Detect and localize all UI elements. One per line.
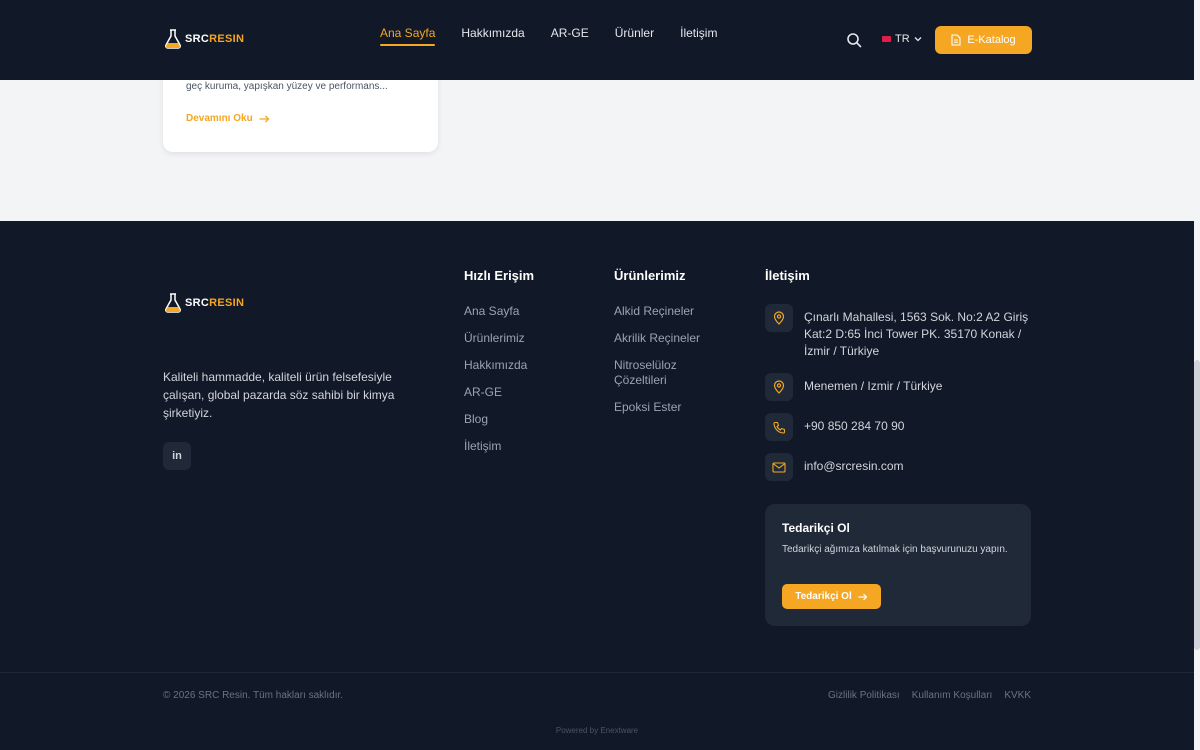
footer-link-ar-ge[interactable]: AR-GE — [464, 385, 527, 400]
contact-email-text: info@srcresin.com — [804, 459, 904, 473]
logo-text-src: SRC — [185, 33, 210, 45]
footer-divider — [0, 672, 1194, 673]
linkedin-button[interactable]: in — [163, 442, 191, 470]
logo-text-resin: RESIN — [209, 33, 245, 45]
kvkk-link[interactable]: KVKK — [1004, 690, 1031, 701]
products-list: Alkid Reçineler Akrilik Reçineler Nitros… — [614, 304, 724, 415]
footer-logo[interactable]: SRCRESIN — [163, 292, 244, 314]
language-label: TR — [895, 33, 910, 45]
blog-section: geç kuruma, yapışkan yüzey ve performans… — [0, 60, 1194, 221]
search-icon[interactable] — [846, 32, 862, 48]
footer-link-blog[interactable]: Blog — [464, 412, 527, 427]
contact-address-2-text: Menemen / Izmir / Türkiye — [804, 379, 943, 393]
contact-title: İletişim — [765, 268, 810, 283]
scrollbar-thumb[interactable] — [1194, 360, 1200, 650]
document-icon — [951, 34, 961, 46]
mail-icon — [765, 453, 793, 481]
footer-link-epoksi[interactable]: Epoksi Ester — [614, 400, 724, 415]
contact-address: Çınarlı Mahallesi, 1563 Sok. No:2 A2 Gir… — [765, 304, 1029, 360]
flask-logo-icon — [164, 29, 182, 49]
arrow-right-icon — [259, 115, 270, 122]
contact-phone[interactable]: +90 850 284 70 90 — [765, 413, 1029, 441]
nav-item-urunler[interactable]: Ürünler — [615, 26, 654, 46]
logo-text: SRCRESIN — [185, 33, 244, 45]
footer-link-hakkimizda[interactable]: Hakkımızda — [464, 358, 527, 373]
map-pin-icon — [765, 304, 793, 332]
header-logo[interactable]: SRCRESIN — [163, 28, 244, 50]
supplier-button[interactable]: Tedarikçi Ol — [782, 584, 881, 609]
phone-icon — [765, 413, 793, 441]
quick-access-list: Ana Sayfa Ürünlerimiz Hakkımızda AR-GE B… — [464, 304, 527, 454]
quick-access-title: Hızlı Erişim — [464, 268, 535, 283]
contact-address-2: Menemen / Izmir / Türkiye — [765, 373, 1029, 401]
footer-link-nitroseluloz[interactable]: Nitroselüloz Çözeltileri — [614, 358, 724, 388]
contact-phone-text: +90 850 284 70 90 — [804, 419, 905, 433]
footer-link-ana-sayfa[interactable]: Ana Sayfa — [464, 304, 527, 319]
nav-item-ana-sayfa[interactable]: Ana Sayfa — [380, 26, 436, 46]
nav-item-ar-ge[interactable]: AR-GE — [551, 26, 589, 46]
blog-excerpt: geç kuruma, yapışkan yüzey ve performans… — [186, 81, 388, 92]
read-more-label: Devamını Oku — [186, 113, 253, 124]
map-pin-icon — [765, 373, 793, 401]
contact-email[interactable]: info@srcresin.com — [765, 453, 1029, 481]
footer-link-akrilik[interactable]: Akrilik Reçineler — [614, 331, 724, 346]
site-header: SRCRESIN Ana Sayfa Hakkımızda AR-GE Ürün… — [0, 0, 1194, 80]
scrollbar[interactable] — [1194, 0, 1200, 750]
footer-link-urunlerimiz[interactable]: Ürünlerimiz — [464, 331, 527, 346]
terms-of-use-link[interactable]: Kullanım Koşulları — [912, 690, 993, 701]
nav-item-hakkimizda[interactable]: Hakkımızda — [461, 26, 524, 46]
linkedin-icon: in — [172, 450, 182, 462]
language-selector[interactable]: TR — [882, 33, 922, 45]
e-katalog-label: E-Katalog — [967, 34, 1016, 46]
read-more-link[interactable]: Devamını Oku — [186, 113, 270, 124]
chevron-down-icon — [914, 37, 922, 42]
supplier-cta: Tedarikçi Ol Tedarikçi ağımıza katılmak … — [765, 504, 1031, 626]
logo-text-resin: RESIN — [209, 297, 245, 309]
page: SRCRESIN Ana Sayfa Hakkımızda AR-GE Ürün… — [0, 0, 1194, 750]
flask-logo-icon — [164, 293, 182, 313]
copyright-text: © 2026 SRC Resin. Tüm hakları saklıdır. — [163, 690, 344, 701]
turkey-flag-icon — [882, 36, 891, 42]
logo-text-src: SRC — [185, 297, 210, 309]
supplier-button-label: Tedarikçi Ol — [795, 591, 852, 602]
site-footer: SRCRESIN Kaliteli hammadde, kaliteli ürü… — [0, 221, 1194, 750]
supplier-title: Tedarikçi Ol — [782, 521, 850, 535]
company-about: Kaliteli hammadde, kaliteli ürün felsefe… — [163, 370, 395, 420]
products-title: Ürünlerimiz — [614, 268, 686, 283]
contact-address-text: Çınarlı Mahallesi, 1563 Sok. No:2 A2 Gir… — [804, 310, 1029, 358]
main-nav: Ana Sayfa Hakkımızda AR-GE Ürünler İleti… — [380, 26, 717, 46]
legal-links: Gizlilik Politikası Kullanım Koşulları K… — [828, 690, 1031, 701]
privacy-policy-link[interactable]: Gizlilik Politikası — [828, 690, 900, 701]
footer-link-iletisim[interactable]: İletişim — [464, 439, 527, 454]
e-katalog-button[interactable]: E-Katalog — [935, 26, 1032, 54]
supplier-description: Tedarikçi ağımıza katılmak için başvurun… — [782, 544, 1008, 555]
footer-link-alkid[interactable]: Alkid Reçineler — [614, 304, 724, 319]
arrow-right-icon — [858, 593, 868, 600]
powered-by[interactable]: Powered by Enextware — [0, 726, 1194, 735]
nav-item-iletisim[interactable]: İletişim — [680, 26, 717, 46]
logo-text: SRCRESIN — [185, 297, 244, 309]
